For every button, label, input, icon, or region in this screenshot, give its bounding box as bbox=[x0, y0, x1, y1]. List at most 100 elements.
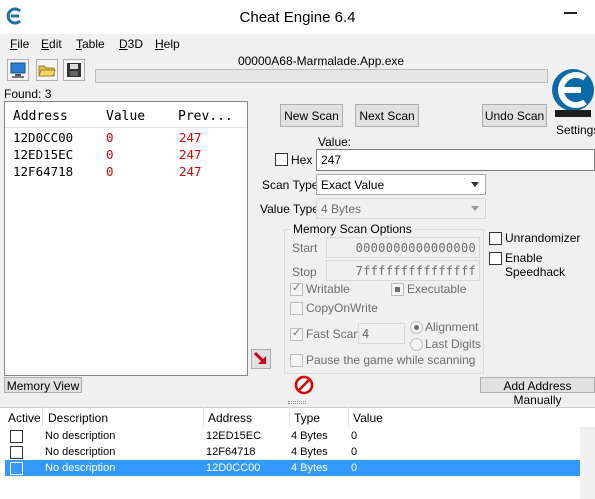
table-type[interactable]: 4 Bytes bbox=[291, 446, 328, 458]
arrow-down-right-icon bbox=[253, 351, 266, 364]
splitter-handle[interactable] bbox=[288, 401, 306, 404]
pause-game-label: Pause the game while scanning bbox=[306, 353, 476, 367]
fast-scan-input[interactable]: 4 bbox=[358, 323, 405, 344]
menu-bar: File Edit Table D3D Help bbox=[0, 34, 595, 54]
value-label: Value: bbox=[318, 135, 352, 149]
table-header-address[interactable]: Address bbox=[208, 411, 252, 425]
scan-type-value: Exact Value bbox=[321, 178, 385, 192]
stop-label: Stop bbox=[292, 265, 317, 279]
table-description[interactable]: No description bbox=[45, 430, 115, 442]
table-type[interactable]: 4 Bytes bbox=[291, 462, 328, 474]
table-type[interactable]: 4 Bytes bbox=[291, 430, 328, 442]
add-address-manually-button[interactable]: Add Address Manually bbox=[480, 377, 595, 407]
copyonwrite-checkbox[interactable] bbox=[290, 302, 303, 315]
open-folder-icon bbox=[38, 65, 56, 77]
result-value[interactable]: 0 bbox=[106, 130, 114, 145]
active-checkbox[interactable] bbox=[10, 430, 23, 443]
new-scan-button[interactable]: New Scan bbox=[280, 104, 343, 127]
table-value[interactable]: 0 bbox=[351, 446, 357, 458]
pause-game-checkbox[interactable] bbox=[290, 354, 303, 367]
scan-type-select[interactable]: Exact Value bbox=[316, 174, 486, 195]
memory-view-button[interactable]: Memory View bbox=[4, 377, 82, 393]
value-type-value: 4 Bytes bbox=[321, 202, 362, 216]
active-checkbox[interactable] bbox=[10, 462, 23, 475]
found-results-list[interactable]: Address Value Prev... 12D0CC00 0 247 12E… bbox=[4, 101, 248, 376]
table-header-description[interactable]: Description bbox=[48, 411, 108, 425]
result-address[interactable]: 12ED15EC bbox=[13, 147, 73, 162]
stop-icon[interactable] bbox=[294, 375, 314, 395]
table-value[interactable]: 0 bbox=[351, 430, 357, 442]
result-address[interactable]: 12D0CC00 bbox=[13, 130, 73, 145]
memory-scan-options-title: Memory Scan Options bbox=[290, 222, 415, 236]
unrandomizer-checkbox[interactable] bbox=[489, 232, 502, 245]
column-divider bbox=[42, 407, 43, 427]
chevron-down-icon bbox=[471, 182, 479, 187]
open-file-button[interactable] bbox=[36, 59, 58, 81]
computer-icon bbox=[10, 62, 26, 78]
value-type-select[interactable]: 4 Bytes bbox=[316, 198, 486, 219]
table-address[interactable]: 12F64718 bbox=[206, 446, 256, 458]
results-header-divider bbox=[5, 127, 247, 128]
scan-type-label: Scan Type bbox=[262, 178, 319, 192]
floppy-disk-icon bbox=[67, 63, 81, 77]
table-description[interactable]: No description bbox=[45, 462, 115, 474]
result-previous[interactable]: 247 bbox=[179, 164, 202, 179]
chevron-down-icon bbox=[471, 206, 479, 211]
table-description[interactable]: No description bbox=[45, 446, 115, 458]
add-to-list-button[interactable] bbox=[251, 349, 271, 369]
menu-edit[interactable]: Edit bbox=[41, 37, 62, 51]
stop-address-input[interactable]: 7fffffffffffffff bbox=[326, 260, 480, 281]
executable-checkbox[interactable] bbox=[391, 283, 404, 296]
scan-progress-bar bbox=[95, 69, 548, 83]
select-process-button[interactable] bbox=[7, 59, 29, 81]
speedhack-checkbox[interactable] bbox=[489, 252, 502, 265]
unrandomizer-label: Unrandomizer bbox=[505, 231, 581, 245]
menu-help[interactable]: Help bbox=[155, 37, 180, 51]
copyonwrite-label: CopyOnWrite bbox=[306, 301, 378, 315]
column-divider bbox=[203, 407, 204, 427]
results-header-value[interactable]: Value bbox=[106, 109, 145, 124]
column-divider bbox=[289, 407, 290, 427]
table-address[interactable]: 12ED15EC bbox=[206, 430, 261, 442]
value-type-label: Value Type bbox=[260, 202, 319, 216]
executable-label: Executable bbox=[407, 282, 467, 296]
result-previous[interactable]: 247 bbox=[179, 147, 202, 162]
result-previous[interactable]: 247 bbox=[179, 130, 202, 145]
next-scan-button[interactable]: Next Scan bbox=[355, 104, 419, 127]
window-title: Cheat Engine 6.4 bbox=[239, 9, 356, 26]
undo-scan-button[interactable]: Undo Scan bbox=[482, 104, 547, 127]
table-scrollbar[interactable] bbox=[580, 427, 595, 499]
result-value[interactable]: 0 bbox=[106, 164, 114, 179]
fast-scan-label: Fast Scan bbox=[306, 327, 361, 341]
cheat-engine-logo-icon[interactable] bbox=[549, 64, 595, 120]
fast-scan-checkbox[interactable] bbox=[290, 326, 303, 341]
settings-label[interactable]: Settings bbox=[556, 123, 595, 137]
alignment-radio[interactable] bbox=[410, 321, 423, 334]
hex-checkbox[interactable] bbox=[275, 153, 288, 166]
table-value[interactable]: 0 bbox=[351, 462, 357, 474]
results-header-previous[interactable]: Prev... bbox=[178, 109, 233, 124]
last-digits-radio[interactable] bbox=[410, 338, 423, 351]
table-address[interactable]: 12D0CC00 bbox=[206, 462, 260, 474]
process-name: 00000A68-Marmalade.App.exe bbox=[237, 54, 405, 68]
minimize-button[interactable] bbox=[550, 0, 595, 24]
start-address-input[interactable]: 0000000000000000 bbox=[326, 237, 480, 258]
writable-checkbox[interactable] bbox=[290, 281, 303, 296]
result-value[interactable]: 0 bbox=[106, 147, 114, 162]
menu-file[interactable]: File bbox=[10, 37, 29, 51]
menu-d3d[interactable]: D3D bbox=[119, 37, 143, 51]
table-header-active[interactable]: Active bbox=[8, 411, 41, 425]
writable-label: Writable bbox=[306, 282, 350, 296]
value-input[interactable]: 247 bbox=[316, 149, 595, 171]
table-header-value[interactable]: Value bbox=[353, 411, 383, 425]
table-header-type[interactable]: Type bbox=[294, 411, 320, 425]
active-checkbox[interactable] bbox=[10, 446, 23, 459]
column-divider bbox=[348, 407, 349, 427]
result-address[interactable]: 12F64718 bbox=[13, 164, 73, 179]
save-button[interactable] bbox=[63, 59, 85, 81]
last-digits-label: Last Digits bbox=[425, 337, 482, 351]
start-label: Start bbox=[292, 241, 318, 255]
results-header-address[interactable]: Address bbox=[13, 109, 68, 124]
menu-table[interactable]: Table bbox=[76, 37, 105, 51]
hex-label: Hex bbox=[291, 153, 313, 167]
